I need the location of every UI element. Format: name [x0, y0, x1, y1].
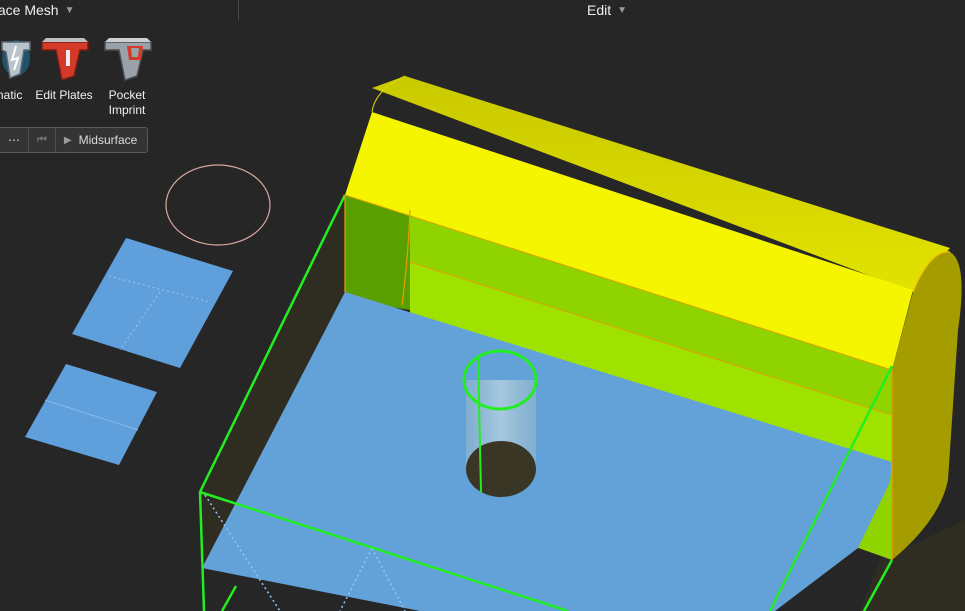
loose-plate-lower[interactable] — [25, 364, 157, 465]
loose-plate-upper[interactable] — [72, 238, 233, 368]
free-edge-circle[interactable] — [165, 164, 271, 246]
graphics-viewport[interactable] — [0, 0, 965, 611]
